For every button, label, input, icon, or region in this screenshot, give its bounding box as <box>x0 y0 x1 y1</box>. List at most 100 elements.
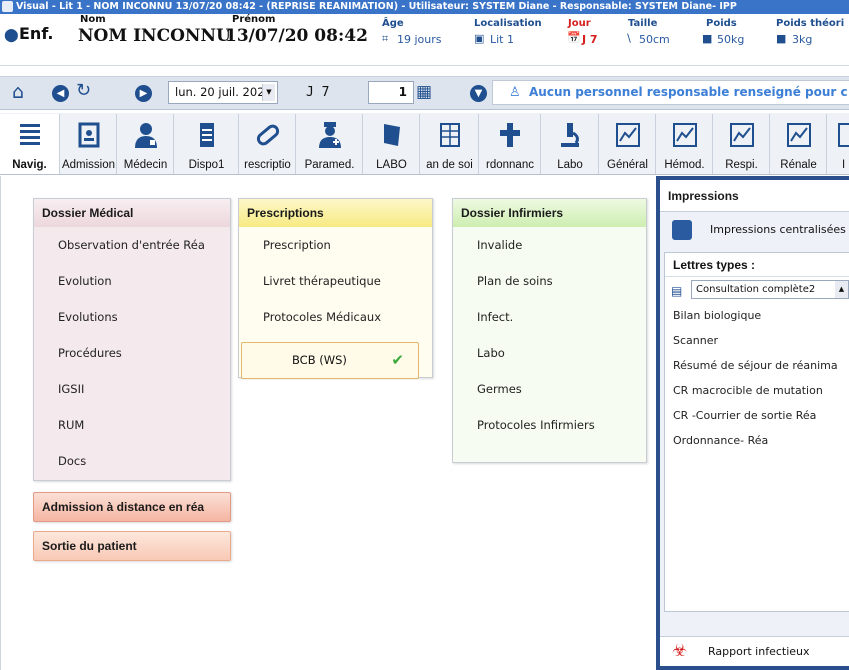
bcb-ws-button[interactable]: BCB (WS) ✔ <box>241 342 419 379</box>
sortie-patient-button[interactable]: Sortie du patient <box>33 531 231 561</box>
tab-label: I <box>842 159 846 171</box>
jour-label: Jour <box>568 18 591 29</box>
grid-list-icon <box>19 124 40 145</box>
responsable-banner[interactable]: ♙ Aucun personnel responsable renseigné … <box>492 80 849 105</box>
taille-label: Taille <box>628 18 658 29</box>
calendar-edit-icon[interactable]: ▦ <box>416 82 432 102</box>
tab-medecin[interactable]: Médecin <box>118 114 174 174</box>
sortie-patient-label: Sortie du patient <box>42 539 137 553</box>
tab-label: rescriptio <box>244 159 291 171</box>
rapport-infectieux-button[interactable]: ☣ Rapport infectieux <box>660 636 849 666</box>
letter-item[interactable]: CR macrocible de mutation <box>665 378 849 403</box>
previous-icon[interactable]: ◀ <box>52 85 69 102</box>
dossier-medical-title: Dossier Médical <box>34 199 230 227</box>
poids-label: Poids <box>706 18 737 29</box>
lettres-types-title: Lettres types : <box>665 253 849 277</box>
next-icon[interactable]: ▶ <box>135 85 152 102</box>
list-item[interactable]: Livret thérapeutique <box>239 263 432 299</box>
main-content: Dossier Médical Observation d'entrée Réa… <box>0 176 849 670</box>
pill-icon <box>256 124 279 146</box>
dropdown-arrow-icon[interactable]: ▲ <box>835 281 848 298</box>
tab-label: Respi. <box>725 159 758 171</box>
window-title: Visual - Lit 1 - NOM INCONNU 13/07/20 08… <box>16 1 737 12</box>
letter-item[interactable]: Bilan biologique <box>665 303 849 328</box>
admission-distance-label: Admission à distance en réa <box>42 500 205 514</box>
patient-prefix: Enf. <box>19 24 54 43</box>
list-item[interactable]: Germes <box>453 371 646 407</box>
dropdown-arrow-icon[interactable]: ▼ <box>262 84 275 101</box>
loc-label: Localisation <box>474 18 542 29</box>
tab-labo-main[interactable]: LABO <box>364 114 420 174</box>
weight-icon: ■ <box>702 32 713 45</box>
download-icon[interactable]: ▼ <box>470 85 487 102</box>
list-item[interactable]: Docs <box>34 443 230 479</box>
person-icon: ♙ <box>509 85 521 100</box>
module-toolbar: Navig. Admission Médecin Dispo1 rescript… <box>0 113 849 175</box>
tab-dispo1[interactable]: Dispo1 <box>175 114 239 174</box>
poids-theorique-value: 3kg <box>792 33 813 46</box>
list-item[interactable]: Invalide <box>453 227 646 263</box>
app-icon <box>2 1 13 12</box>
patient-header: ⬤ Enf. Nom NOM INCONNU Prénom 13/07/20 0… <box>0 14 849 66</box>
tab-admission[interactable]: Admission <box>61 114 117 174</box>
letter-template-select[interactable]: Consultation complète2 ▲ <box>691 280 849 299</box>
list-item[interactable]: Plan de soins <box>453 263 646 299</box>
list-item[interactable]: IGSII <box>34 371 230 407</box>
admission-distance-button[interactable]: Admission à distance en réa <box>33 492 231 522</box>
impressions-centralisees-label: Impressions centralisées <box>710 223 846 236</box>
patient-name: NOM INCONNU <box>78 26 231 46</box>
dossier-infirmiers-panel: Dossier Infirmiers Invalide Plan de soin… <box>452 198 647 463</box>
date-picker[interactable]: lun. 20 juil. 2020 ▼ <box>168 81 278 104</box>
letter-item[interactable]: Résumé de séjour de réanima <box>665 353 849 378</box>
nom-label: Nom <box>80 14 106 25</box>
list-item[interactable]: Protocoles Infirmiers <box>453 407 646 443</box>
letter-template-value: Consultation complète2 <box>696 284 816 295</box>
chart-icon <box>672 123 697 147</box>
tab-navig[interactable]: Navig. <box>0 114 60 174</box>
tab-label: Hémod. <box>664 159 705 171</box>
tab-ordonnance[interactable]: rdonnanc <box>480 114 541 174</box>
impressions-centralisees[interactable]: Impressions centralisées <box>660 212 849 248</box>
tab-general[interactable]: Général <box>600 114 656 174</box>
tab-hemod[interactable]: Hémod. <box>657 114 713 174</box>
age-value: 19 jours <box>397 33 442 46</box>
tab-prescription[interactable]: rescriptio <box>240 114 296 174</box>
list-item[interactable]: Labo <box>453 335 646 371</box>
checkmark-icon: ✔ <box>391 351 404 369</box>
tab-paramed[interactable]: Paramed. <box>297 114 363 174</box>
refresh-icon[interactable]: ↻ <box>76 80 91 101</box>
day-indicator: J 7 <box>306 85 330 100</box>
chart-icon <box>786 123 811 147</box>
list-item[interactable]: Protocoles Médicaux <box>239 299 432 335</box>
print-icon[interactable]: ▤ <box>671 284 682 298</box>
nurse-icon <box>318 122 341 148</box>
tab-more[interactable]: I <box>828 114 849 174</box>
list-item[interactable]: Infect. <box>453 299 646 335</box>
tab-label: Admission <box>61 159 116 171</box>
count-value: 1 <box>398 85 407 99</box>
tab-label: Labo <box>557 159 583 171</box>
list-item[interactable]: RUM <box>34 407 230 443</box>
lab-tube-icon <box>383 124 400 146</box>
list-item[interactable]: Observation d'entrée Réa <box>34 227 230 263</box>
dossier-medical-panel: Dossier Médical Observation d'entrée Réa… <box>33 198 231 481</box>
bed-icon: ▣ <box>474 32 485 45</box>
tab-label: Dispo1 <box>188 159 225 171</box>
list-item[interactable]: Prescription <box>239 227 432 263</box>
letter-item[interactable]: Ordonnance- Réa <box>665 428 849 453</box>
letter-item[interactable]: CR -Courrier de sortie Réa <box>665 403 849 428</box>
list-item[interactable]: Evolution <box>34 263 230 299</box>
list-item[interactable]: Evolutions <box>34 299 230 335</box>
tab-labo[interactable]: Labo <box>542 114 599 174</box>
list-item[interactable]: Procédures <box>34 335 230 371</box>
count-field[interactable]: 1 <box>368 81 414 104</box>
prescriptions-title: Prescriptions <box>239 199 432 227</box>
home-icon[interactable]: ⌂ <box>12 81 24 103</box>
tab-renale[interactable]: Rénale <box>771 114 827 174</box>
tab-plan-de-soins[interactable]: an de soi <box>421 114 479 174</box>
tab-label: Navig. <box>12 159 47 171</box>
tab-respi[interactable]: Respi. <box>714 114 770 174</box>
impressions-title: Impressions <box>660 180 849 212</box>
window-titlebar: Visual - Lit 1 - NOM INCONNU 13/07/20 08… <box>0 0 849 14</box>
letter-item[interactable]: Scanner <box>665 328 849 353</box>
